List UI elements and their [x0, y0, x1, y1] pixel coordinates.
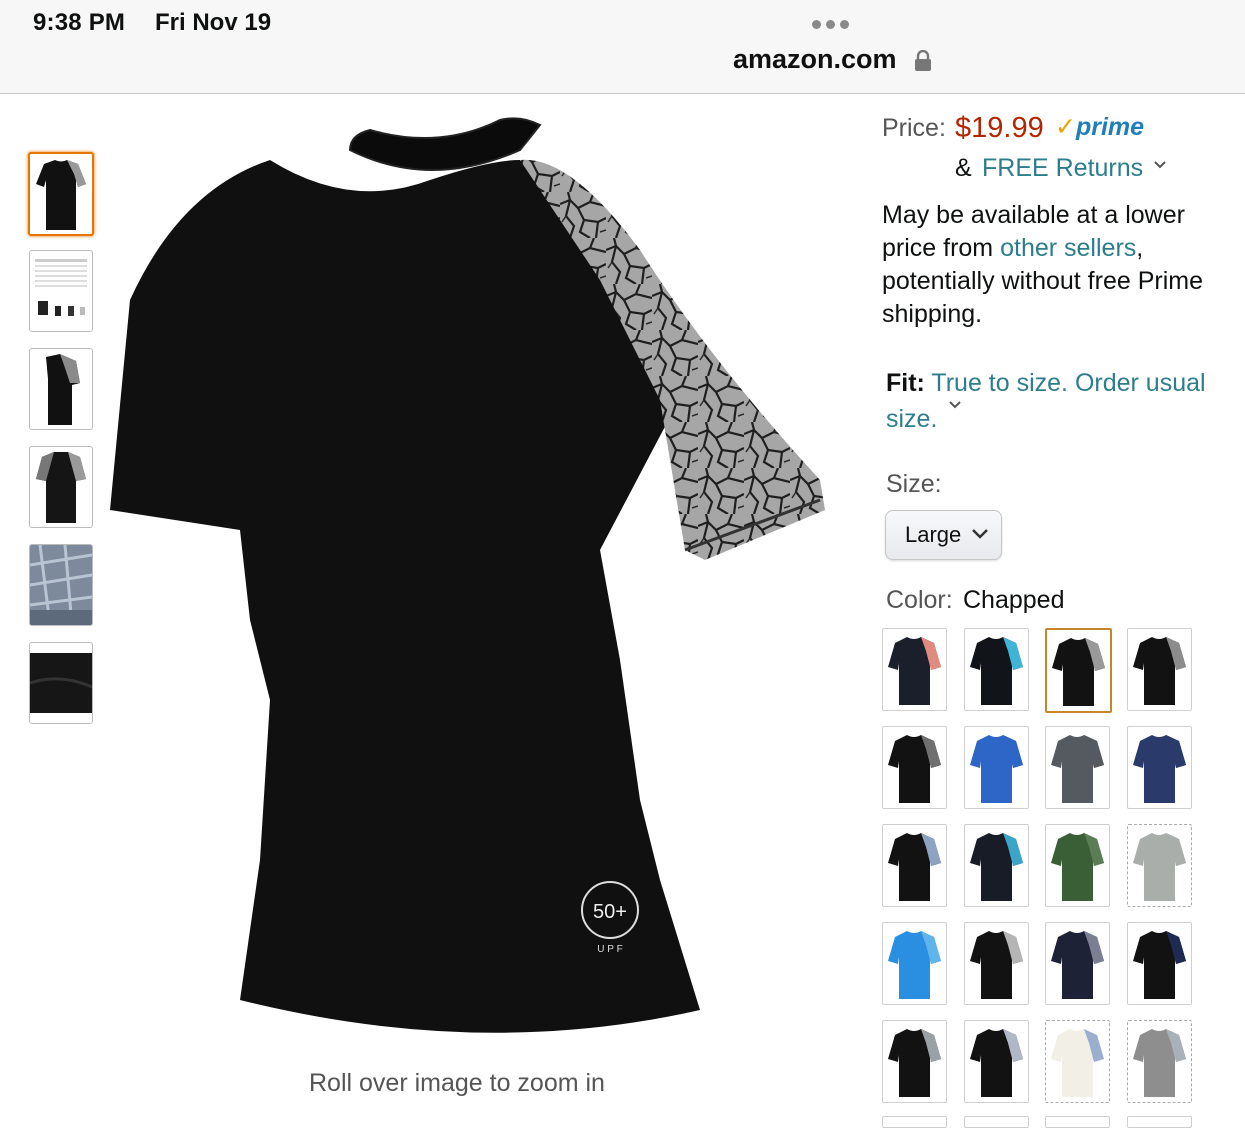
size-label: Size: — [886, 470, 942, 498]
product-main-image[interactable]: 50+ U P F — [100, 100, 840, 1060]
status-time: 9:38 PM — [33, 9, 126, 36]
other-sellers-link[interactable]: other sellers — [1000, 234, 1136, 262]
color-swatch[interactable] — [964, 628, 1029, 711]
color-swatch[interactable] — [964, 1116, 1029, 1128]
color-swatch[interactable] — [882, 726, 947, 809]
color-swatch[interactable] — [1127, 726, 1192, 809]
thumb-shirt-side[interactable] — [29, 348, 93, 430]
color-swatch[interactable] — [882, 1020, 947, 1103]
color-swatch[interactable] — [1045, 726, 1110, 809]
color-swatch[interactable] — [964, 824, 1029, 907]
availability-text: May be available at a lower price from o… — [882, 201, 1203, 328]
size-dropdown[interactable]: Large — [885, 510, 1002, 560]
color-selected-value: Chapped — [963, 586, 1065, 614]
price-value: $19.99 — [955, 112, 1044, 144]
color-swatch[interactable] — [1127, 628, 1192, 711]
chevron-down-icon[interactable] — [948, 400, 962, 410]
thumb-shirt-back[interactable] — [29, 446, 93, 528]
browser-status-bar: 9:38 PM Fri Nov 19 amazon.com — [0, 0, 1245, 94]
thumb-fabric-texture[interactable] — [29, 544, 93, 626]
thumb-shirt-front[interactable] — [28, 152, 94, 236]
color-swatch[interactable] — [964, 1020, 1029, 1103]
status-date: Fri Nov 19 — [155, 9, 272, 36]
fit-label: Fit: — [886, 369, 925, 397]
color-swatch[interactable] — [1045, 1116, 1110, 1128]
lock-icon — [915, 50, 931, 71]
color-swatch[interactable] — [1045, 1020, 1110, 1103]
address-bar-url[interactable]: amazon.com — [733, 44, 897, 75]
returns-prefix: & — [955, 154, 972, 182]
color-swatch[interactable] — [1127, 1116, 1192, 1128]
color-swatch[interactable] — [1045, 824, 1110, 907]
prime-check-icon: ✓ — [1055, 113, 1076, 141]
color-swatch[interactable] — [1045, 922, 1110, 1005]
svg-text:U P F: U P F — [597, 944, 622, 955]
upf-badge-text: 50+ — [593, 901, 627, 923]
fit-value-link[interactable]: True to size. Order usual size. — [886, 369, 1206, 433]
color-swatch[interactable] — [882, 628, 947, 711]
color-swatch[interactable] — [1127, 922, 1192, 1005]
color-swatch[interactable] — [882, 824, 947, 907]
color-swatch[interactable] — [1127, 1020, 1192, 1103]
color-swatch[interactable] — [1045, 628, 1112, 713]
color-label: Color: — [886, 586, 953, 614]
more-dots-icon[interactable] — [812, 20, 849, 29]
prime-badge: ✓prime — [1055, 113, 1145, 141]
chevron-down-icon[interactable] — [1153, 160, 1167, 170]
color-swatch[interactable] — [882, 1116, 947, 1128]
free-returns-link[interactable]: FREE Returns — [982, 154, 1143, 183]
color-swatch[interactable] — [964, 726, 1029, 809]
thumb-fabric-black[interactable] — [29, 642, 93, 724]
thumb-size-chart[interactable] — [29, 250, 93, 332]
chevron-down-icon — [972, 529, 988, 539]
color-swatch[interactable] — [882, 922, 947, 1005]
zoom-hint-text: Roll over image to zoom in — [309, 1069, 605, 1097]
color-swatch[interactable] — [1127, 824, 1192, 907]
price-label: Price: — [882, 114, 946, 142]
color-swatch[interactable] — [964, 922, 1029, 1005]
fit-info: Fit: True to size. Order usual size. — [886, 365, 1231, 437]
size-selected-value: Large — [905, 522, 962, 547]
